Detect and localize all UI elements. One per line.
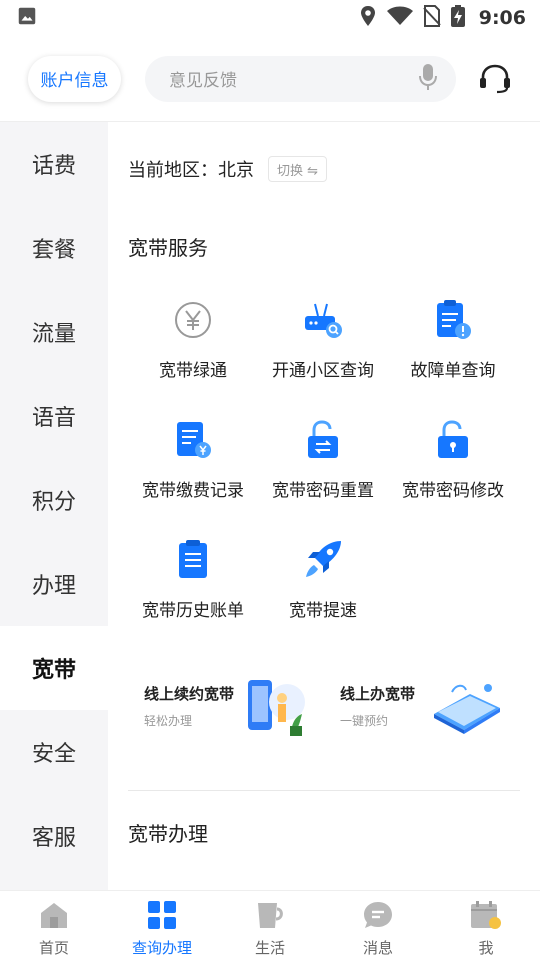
section-divider — [128, 790, 520, 791]
clipboard-list-icon — [171, 538, 215, 582]
nav-label: 生活 — [254, 939, 285, 957]
clipboard-alert-icon — [431, 298, 475, 342]
sidebar-item-broadband[interactable]: 宽带 — [0, 626, 108, 710]
service-label: 宽带密码修改 — [402, 481, 504, 501]
service-label: 宽带提速 — [289, 601, 357, 621]
nav-home[interactable]: 首页 — [0, 891, 108, 960]
bottom-navigation: 首页 查询办理 生活 消息 我 — [0, 890, 540, 960]
region-value: 北京 — [218, 160, 254, 181]
service-password-change[interactable]: 宽带密码修改 — [388, 418, 518, 518]
category-sidebar: 话费 套餐 流量 语音 积分 办理 宽带 安全 客服 — [0, 122, 108, 890]
banner-subtitle: 轻松办理 — [144, 714, 193, 728]
sidebar-item-security[interactable]: 安全 — [0, 710, 108, 794]
service-label: 宽带缴费记录 — [142, 481, 244, 501]
banner-title: 线上续约宽带 — [144, 685, 235, 703]
battery-charging-icon — [450, 5, 465, 31]
yen-coin-icon — [171, 298, 215, 342]
service-broadband-green-channel[interactable]: 宽带绿通 — [128, 298, 258, 398]
nav-label: 查询办理 — [131, 939, 192, 957]
service-fault-ticket-query[interactable]: 故障单查询 — [388, 298, 518, 398]
customer-service-headset-icon[interactable] — [478, 62, 512, 96]
service-label: 故障单查询 — [410, 361, 496, 381]
renew-broadband-banner[interactable]: 线上续约宽带 轻松办理 — [128, 664, 314, 748]
sidebar-item-data[interactable]: 流量 — [0, 290, 108, 374]
message-icon — [363, 901, 393, 933]
service-community-query[interactable]: 开通小区查询 — [258, 298, 388, 398]
status-time: 9:06 — [478, 7, 526, 29]
calendar-sign-icon — [470, 901, 502, 933]
microphone-icon[interactable] — [418, 63, 438, 95]
account-info-button[interactable]: 账户信息 — [28, 55, 121, 102]
isometric-phone-illustration-icon — [430, 678, 504, 738]
sidebar-item-customer-service[interactable]: 客服 — [0, 794, 108, 878]
bill-yen-icon — [171, 418, 215, 462]
service-label: 宽带密码重置 — [272, 481, 374, 501]
switch-region-button[interactable]: 切换 ⇋ — [268, 156, 328, 182]
region-label: 当前地区： — [128, 160, 218, 181]
sidebar-item-package[interactable]: 套餐 — [0, 206, 108, 290]
current-region: 当前地区： 北京 切换 ⇋ — [128, 156, 328, 182]
broadband-panel: 当前地区： 北京 切换 ⇋ 宽带服务 宽带绿通 开通小区查询 故障单查询 宽带缴… — [108, 122, 540, 890]
top-header: 账户信息 意见反馈 — [0, 36, 540, 122]
nav-label: 我 — [478, 939, 494, 957]
service-label: 宽带绿通 — [159, 361, 227, 381]
cup-icon — [255, 901, 285, 933]
banner-subtitle: 一键预约 — [340, 714, 389, 728]
sidebar-item-phone-bill[interactable]: 话费 — [0, 122, 108, 206]
unlock-swap-icon — [301, 418, 345, 462]
unlock-key-icon — [431, 418, 475, 462]
sidebar-item-points[interactable]: 积分 — [0, 458, 108, 542]
sidebar-item-handle[interactable]: 办理 — [0, 542, 108, 626]
nav-query-handle[interactable]: 查询办理 — [108, 891, 216, 960]
wifi-icon — [386, 6, 413, 30]
router-search-icon — [301, 298, 345, 342]
banner-title: 线上办宽带 — [340, 685, 416, 703]
nav-label: 首页 — [38, 939, 69, 957]
rocket-icon — [301, 538, 345, 582]
broadband-service-title: 宽带服务 — [128, 236, 208, 260]
no-sim-icon — [423, 5, 441, 31]
phone-plant-illustration-icon — [242, 674, 312, 744]
service-label: 宽带历史账单 — [142, 601, 244, 621]
home-icon — [39, 901, 69, 933]
nav-me[interactable]: 我 — [432, 891, 540, 960]
service-password-reset[interactable]: 宽带密码重置 — [258, 418, 388, 518]
service-history-bills[interactable]: 宽带历史账单 — [128, 538, 258, 638]
nav-label: 消息 — [362, 939, 393, 957]
sidebar-item-voice[interactable]: 语音 — [0, 374, 108, 458]
status-bar: 9:06 — [0, 0, 540, 36]
search-input[interactable]: 意见反馈 — [169, 66, 418, 91]
service-label: 开通小区查询 — [272, 361, 374, 381]
search-bar[interactable]: 意见反馈 — [144, 55, 456, 102]
grid-icon — [147, 901, 177, 933]
location-icon — [359, 5, 377, 31]
image-notification-icon — [16, 5, 38, 31]
service-payment-records[interactable]: 宽带缴费记录 — [128, 418, 258, 518]
broadband-handle-title: 宽带办理 — [128, 822, 208, 846]
service-speed-up[interactable]: 宽带提速 — [258, 538, 388, 638]
new-broadband-banner[interactable]: 线上办宽带 一键预约 — [324, 664, 510, 748]
nav-life[interactable]: 生活 — [216, 891, 324, 960]
nav-messages[interactable]: 消息 — [324, 891, 432, 960]
